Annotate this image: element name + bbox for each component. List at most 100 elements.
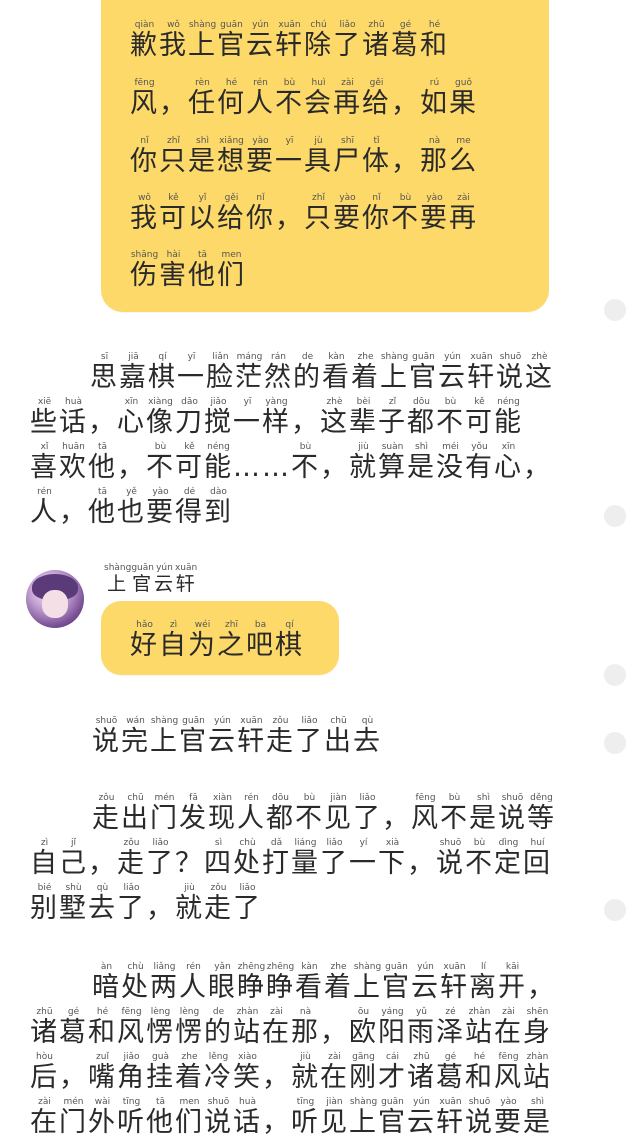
pinyin: guān: [217, 20, 246, 30]
pinyin: yún: [208, 716, 237, 726]
pinyin: shì: [407, 442, 436, 452]
pinyin: gé: [391, 20, 420, 30]
pinyin: [262, 1052, 291, 1062]
pinyin: zhe: [351, 352, 380, 362]
pinyin: tā: [146, 1097, 175, 1107]
pinyin: zhàn: [465, 1007, 494, 1017]
pinyin: shuō: [498, 793, 527, 803]
pinyin: jiàn: [320, 1097, 349, 1107]
pinyin: de: [204, 1007, 233, 1017]
pinyin: liǎo: [117, 883, 146, 893]
hanzi-char: 何hé: [217, 78, 246, 119]
hanzi-char: 可kě: [159, 193, 188, 234]
pinyin: zài: [262, 1007, 291, 1017]
text-line: 人rén， 他tā也yě要yào得dé到dào: [30, 487, 233, 526]
hanzi-char: 我wǒ: [130, 193, 159, 234]
hanzi-char: 具jù: [304, 136, 333, 177]
hanzi-char: 量liáng: [291, 838, 320, 879]
hanzi-char: 人rén: [30, 487, 59, 528]
pinyin: shàng: [349, 1097, 378, 1107]
hanzi-char: 不bù: [291, 442, 320, 483]
hanzi-char: 不bù: [391, 193, 420, 234]
hanzi-char: 走zǒu: [92, 793, 121, 834]
pinyin: zé: [436, 1007, 465, 1017]
pinyin: zài: [449, 193, 478, 203]
pinyin: [59, 1052, 88, 1062]
hanzi-char: 这zhè: [525, 352, 554, 393]
text-line: 上shàng官guān云yún轩xuān: [104, 563, 197, 594]
pinyin: rén: [30, 487, 59, 497]
hanzi-char: ，: [291, 407, 320, 438]
hanzi-char: 我wǒ: [159, 20, 188, 61]
pinyin: gé: [59, 1007, 88, 1017]
hanzi-char: 吧ba: [246, 620, 275, 661]
hanzi-char: 一yí: [349, 838, 378, 879]
pinyin: guān: [179, 716, 208, 726]
hanzi-char: 果guǒ: [449, 78, 478, 119]
hanzi-char: 风fēng: [130, 78, 159, 119]
pinyin: fēng: [117, 1007, 146, 1017]
pinyin: mén: [59, 1097, 88, 1107]
hanzi-char: ，: [275, 203, 304, 234]
hanzi-char: 是shì: [523, 1097, 552, 1138]
hanzi-char: 上shàng: [380, 352, 409, 393]
pinyin: yào: [333, 193, 362, 203]
pinyin: nǐ: [246, 193, 275, 203]
pinyin: kě: [465, 397, 494, 407]
hanzi-char: 听tīng: [291, 1097, 320, 1138]
pinyin: zhēng: [237, 962, 266, 972]
hanzi-char: 不bù: [440, 793, 469, 834]
pinyin: de: [293, 352, 322, 362]
hanzi-char: 上shàng: [353, 962, 382, 1003]
pinyin: zài: [333, 78, 362, 88]
pinyin: zài: [320, 1052, 349, 1062]
pinyin: chū: [324, 716, 353, 726]
hanzi-char: 走zǒu: [204, 883, 233, 924]
hanzi-char: ，: [527, 972, 556, 1003]
pinyin: yún: [153, 563, 175, 573]
pinyin: [146, 883, 175, 893]
pinyin: yào: [146, 487, 175, 497]
hanzi-char: 能néng: [494, 397, 523, 438]
pinyin: lèng: [146, 1007, 175, 1017]
pinyin: lí: [469, 962, 498, 972]
pinyin: huí: [523, 838, 552, 848]
hanzi-char: 愣lèng: [175, 1007, 204, 1048]
hanzi-char: 话huà: [233, 1097, 262, 1138]
pinyin: shàng: [188, 20, 217, 30]
pinyin: lèng: [175, 1007, 204, 1017]
hanzi-char: 伤shāng: [130, 250, 159, 291]
pinyin: zǒu: [117, 838, 146, 848]
read-indicator-dot: [604, 664, 626, 686]
hanzi-char: 说shuō: [204, 1097, 233, 1138]
hanzi-char: 轩xuān: [436, 1097, 465, 1138]
avatar[interactable]: [26, 570, 84, 628]
pinyin: jǐ: [59, 838, 88, 848]
hanzi-char: 的de: [204, 1007, 233, 1048]
pinyin: gěi: [362, 78, 391, 88]
pinyin: xiào: [233, 1052, 262, 1062]
hanzi-char: 葛gé: [391, 20, 420, 61]
pinyin: jiù: [175, 883, 204, 893]
hanzi-char: 不bù: [436, 397, 465, 438]
pinyin: [275, 193, 304, 203]
hanzi-char: 等děng: [527, 793, 556, 834]
hanzi-char: 可kě: [465, 397, 494, 438]
hanzi-char: 着zhe: [351, 352, 380, 393]
pinyin: bù: [436, 397, 465, 407]
text-line: 说shuō完wán上shàng官guān云yún轩xuān走zǒu了liǎo出c…: [92, 716, 382, 755]
pinyin: yǎn: [208, 962, 237, 972]
pinyin: qí: [148, 352, 177, 362]
pinyin: dōu: [266, 793, 295, 803]
hanzi-char: ，: [88, 848, 117, 879]
pinyin: àn: [92, 962, 121, 972]
text-line: 你nǐ只zhǐ是shì想xiǎng要yào一yī具jù尸shī体tǐ， 那nà么…: [130, 136, 478, 175]
pinyin: sī: [90, 352, 119, 362]
hanzi-char: 能néng: [204, 442, 233, 483]
hanzi-char: 话huà: [59, 397, 88, 438]
pinyin: bù: [391, 193, 420, 203]
hanzi-char: 棋qí: [275, 620, 304, 661]
hanzi-char: 尸shī: [333, 136, 362, 177]
pinyin: xuān: [275, 20, 304, 30]
pinyin: hài: [159, 250, 188, 260]
